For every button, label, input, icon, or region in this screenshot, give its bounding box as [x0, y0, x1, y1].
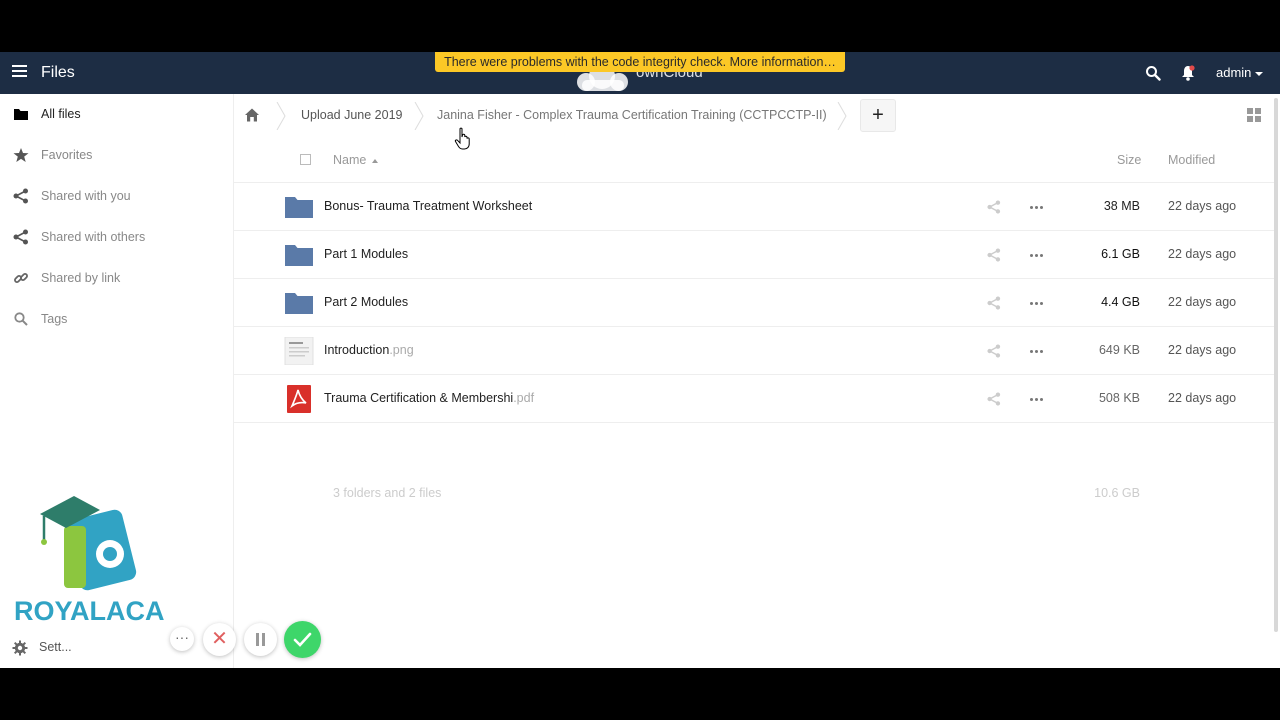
file-modified: 22 days ago — [1168, 391, 1237, 405]
more-actions-icon[interactable] — [1027, 247, 1045, 261]
breadcrumb-separator-icon — [837, 102, 847, 130]
breadcrumb-item[interactable]: Upload June 2019 — [301, 108, 402, 122]
pause-icon — [256, 633, 259, 646]
share-icon[interactable] — [987, 296, 1001, 310]
sidebar-item-shared-with-you[interactable]: Shared with you — [0, 176, 233, 216]
sidebar-item-shared-by-link[interactable]: Shared by link — [0, 258, 233, 298]
sidebar-item-tags[interactable]: Tags — [0, 299, 233, 339]
sidebar-item-label: Shared by link — [41, 271, 121, 285]
file-name: Part 1 Modules — [324, 247, 409, 261]
pdf-file-icon — [287, 385, 311, 413]
overlay-more-button[interactable]: ··· — [170, 627, 194, 651]
sidebar-item-label: Shared with others — [41, 230, 146, 244]
file-name: Bonus- Trauma Treatment Worksheet — [324, 199, 533, 213]
sidebar-item-label: All files — [41, 107, 81, 121]
academy-logo-text: ROYALACA — [14, 596, 165, 626]
grid-view-icon[interactable] — [1247, 108, 1261, 122]
file-list-summary: 3 folders and 2 files 10.6 GB — [234, 474, 1274, 514]
file-name: Trauma Certification & Membershi.pdf — [324, 391, 535, 405]
summary-total-size: 10.6 GB — [1094, 486, 1140, 500]
academy-watermark-logo: ROYALACA — [14, 496, 165, 626]
sidebar-item-label: Favorites — [41, 148, 93, 162]
more-actions-icon[interactable] — [1027, 343, 1045, 357]
file-row[interactable]: Part 1 Modules 6.1 GB 22 days ago — [234, 231, 1274, 279]
file-row[interactable]: Introduction.png 649 KB 22 days ago — [234, 327, 1274, 375]
share-icon[interactable] — [987, 392, 1001, 406]
home-icon[interactable] — [244, 107, 260, 123]
share-icon — [13, 188, 28, 204]
select-all-checkbox[interactable] — [300, 154, 311, 165]
more-actions-icon[interactable] — [1027, 391, 1045, 405]
breadcrumb: Upload June 2019 Janina Fisher - Complex… — [234, 94, 1280, 138]
file-modified: 22 days ago — [1168, 343, 1237, 357]
username: admin — [1216, 65, 1252, 80]
file-modified: 22 days ago — [1168, 295, 1237, 309]
search-icon[interactable] — [1145, 65, 1161, 81]
sidebar-item-favorites[interactable]: Favorites — [0, 135, 233, 175]
checkmark-icon — [293, 632, 312, 647]
column-size-header[interactable]: Size — [1117, 153, 1141, 167]
scrollbar[interactable] — [1274, 98, 1278, 632]
breadcrumb-item-current[interactable]: Janina Fisher - Complex Trauma Certifica… — [437, 108, 827, 122]
file-list-header: Name Size Modified — [234, 138, 1274, 183]
file-size: 508 KB — [1098, 391, 1140, 405]
hamburger-menu-icon[interactable] — [12, 65, 27, 81]
more-actions-icon[interactable] — [1027, 199, 1045, 213]
star-icon — [13, 148, 29, 162]
column-name-header[interactable]: Name — [333, 153, 379, 167]
file-name: Introduction.png — [324, 343, 414, 357]
file-row[interactable]: Trauma Certification & Membershi.pdf 508… — [234, 375, 1274, 423]
caret-down-icon — [1255, 71, 1264, 76]
breadcrumb-separator-icon — [276, 102, 286, 130]
owncloud-window: Files ownCloud There were problems with … — [0, 52, 1280, 668]
summary-text: 3 folders and 2 files — [333, 486, 442, 500]
overlay-pause-button[interactable] — [244, 623, 277, 656]
new-file-button[interactable]: + — [860, 99, 896, 132]
link-icon — [14, 273, 28, 283]
folder-icon — [285, 245, 313, 266]
settings-button[interactable]: Sett... — [12, 637, 82, 659]
file-row[interactable]: Bonus- Trauma Treatment Worksheet 38 MB … — [234, 183, 1274, 231]
column-name-label: Name — [333, 153, 367, 167]
file-modified: 22 days ago — [1168, 247, 1237, 261]
file-size: 649 KB — [1098, 343, 1140, 357]
overlay-confirm-button[interactable] — [284, 621, 321, 658]
share-icon — [13, 229, 28, 245]
file-size: 4.4 GB — [1101, 295, 1140, 309]
user-menu[interactable]: admin — [1216, 65, 1264, 80]
sidebar-item-label: Tags — [41, 312, 68, 326]
hand-cursor-icon — [454, 127, 470, 150]
image-thumbnail-icon — [284, 337, 314, 365]
overlay-close-button[interactable]: ✕ — [203, 623, 236, 656]
top-header: Files ownCloud There were problems with … — [0, 52, 1280, 94]
share-icon[interactable] — [987, 344, 1001, 358]
folder-icon — [285, 293, 313, 314]
sidebar: All files Favorites Shared with you Shar… — [0, 94, 234, 668]
file-modified: 22 days ago — [1168, 199, 1237, 213]
sidebar-item-shared-with-others[interactable]: Shared with others — [0, 217, 233, 257]
integrity-warning-banner[interactable]: There were problems with the code integr… — [435, 52, 845, 72]
file-size: 6.1 GB — [1101, 247, 1140, 261]
settings-label: Sett... — [39, 640, 72, 654]
notification-bell-icon[interactable] — [1181, 65, 1195, 81]
sort-ascending-icon — [372, 158, 379, 163]
file-row[interactable]: Part 2 Modules 4.4 GB 22 days ago — [234, 279, 1274, 327]
folder-icon — [285, 197, 313, 218]
breadcrumb-separator-icon — [414, 102, 424, 130]
column-modified-header[interactable]: Modified — [1168, 153, 1215, 167]
more-actions-icon[interactable] — [1027, 295, 1045, 309]
app-title: Files — [41, 64, 75, 81]
file-name: Part 2 Modules — [324, 295, 409, 309]
file-size: 38 MB — [1103, 199, 1140, 213]
sidebar-item-all-files[interactable]: All files — [0, 94, 233, 134]
folder-icon — [14, 109, 28, 120]
search-icon — [14, 312, 28, 326]
gear-icon — [12, 640, 28, 656]
sidebar-item-label: Shared with you — [41, 189, 131, 203]
share-icon[interactable] — [987, 248, 1001, 262]
share-icon[interactable] — [987, 200, 1001, 214]
